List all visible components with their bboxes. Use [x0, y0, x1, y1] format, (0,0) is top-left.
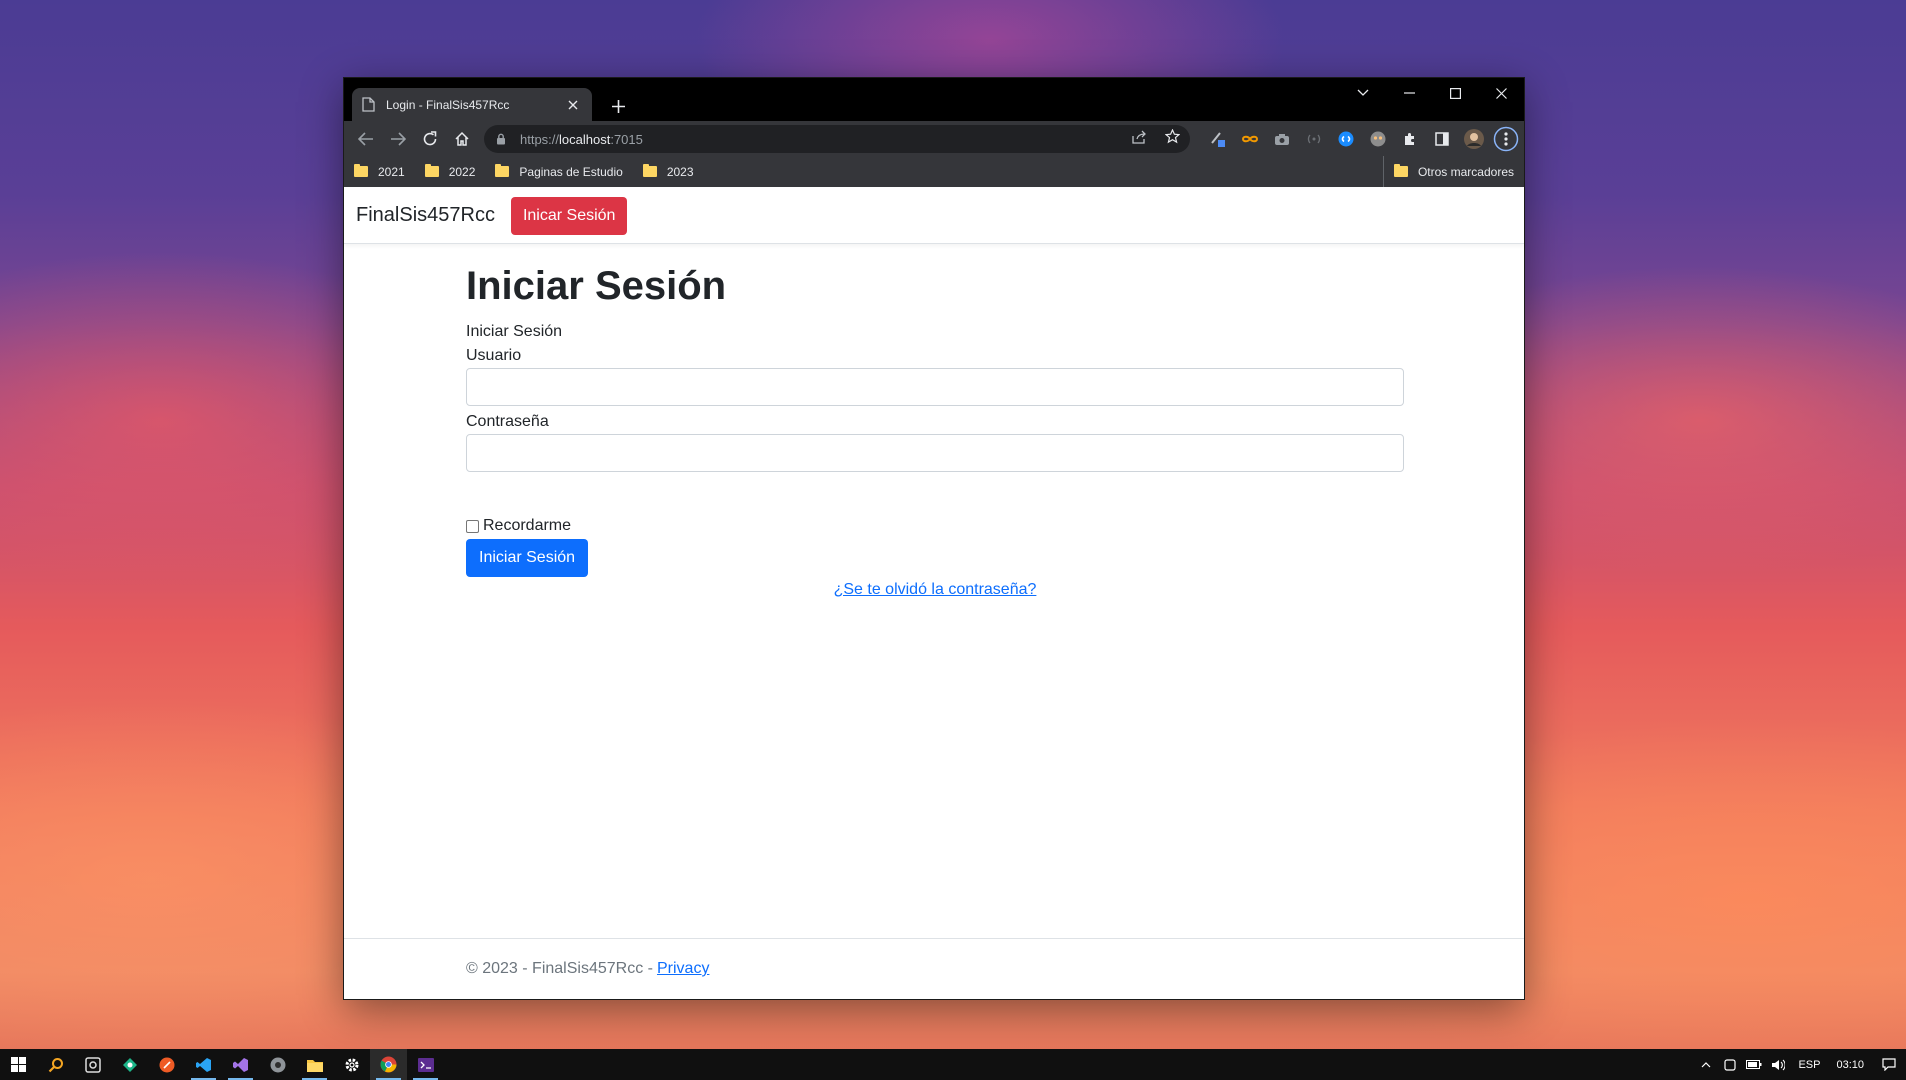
other-bookmarks[interactable]: Otros marcadores [1382, 156, 1514, 187]
visual-studio-icon[interactable] [222, 1049, 259, 1080]
page-favicon-icon [362, 97, 376, 113]
snipping-tool-icon[interactable] [74, 1049, 111, 1080]
close-window-icon[interactable] [1478, 78, 1524, 108]
side-panel-icon[interactable] [1426, 124, 1458, 154]
profile-avatar[interactable] [1458, 124, 1490, 154]
site-footer: © 2023 - FinalSis457Rcc - Privacy [344, 938, 1524, 999]
extension-face-icon[interactable] [1362, 124, 1394, 154]
privacy-link[interactable]: Privacy [657, 960, 709, 978]
extension-camera-icon[interactable] [1266, 124, 1298, 154]
extension-shazam-icon[interactable] [1330, 124, 1362, 154]
home-icon[interactable] [446, 125, 478, 153]
remember-label[interactable]: Recordarme [483, 514, 571, 538]
browser-titlebar: Login - FinalSis457Rcc [344, 78, 1524, 121]
password-input[interactable] [466, 434, 1404, 472]
nav-login-button[interactable]: Inicar Sesión [510, 196, 628, 235]
username-input[interactable] [466, 368, 1404, 406]
bookmark-folder-2021[interactable]: 2021 [354, 164, 405, 179]
search-icon[interactable] [37, 1049, 74, 1080]
chrome-icon[interactable] [370, 1049, 407, 1080]
login-form: Iniciar Sesión Iniciar Sesión Usuario Co… [466, 266, 1404, 599]
volume-icon[interactable] [1766, 1049, 1790, 1080]
share-icon[interactable] [1132, 130, 1147, 149]
remember-checkbox[interactable] [466, 519, 479, 533]
new-tab-icon[interactable] [604, 92, 632, 120]
extension-signal-icon[interactable] [1298, 124, 1330, 154]
extensions-puzzle-icon[interactable] [1394, 124, 1426, 154]
folder-icon [424, 164, 439, 177]
bookmarks-bar: 2021 2022 Paginas de Estudio 2023 Otros … [344, 156, 1524, 187]
bookmark-folder-paginas-de-estudio[interactable]: Paginas de Estudio [495, 164, 623, 179]
tab-search-icon[interactable] [1340, 78, 1386, 108]
battery-icon[interactable] [1742, 1049, 1766, 1080]
folder-icon [495, 164, 510, 177]
minimize-icon[interactable] [1386, 78, 1432, 108]
extension-pen-icon[interactable] [1202, 124, 1234, 154]
taskbar: ESP 03:10 [0, 1049, 1906, 1080]
bookmark-folder-2022[interactable]: 2022 [424, 164, 475, 179]
window-controls [1340, 78, 1524, 108]
maximize-icon[interactable] [1432, 78, 1478, 108]
lock-icon[interactable] [496, 132, 510, 146]
folder-icon [354, 164, 368, 177]
start-windows-icon[interactable] [0, 1049, 37, 1080]
extension-infinity-icon[interactable] [1234, 124, 1266, 154]
vscode-icon[interactable] [185, 1049, 222, 1080]
menu-kebab-icon[interactable] [1490, 124, 1522, 154]
page-viewport: FinalSis457Rcc Inicar Sesión Iniciar Ses… [344, 188, 1524, 999]
browser-window: Login - FinalSis457Rcc https://localhost… [344, 78, 1524, 999]
address-bar[interactable]: https://localhost:7015 [484, 125, 1190, 153]
username-label: Usuario [466, 347, 522, 364]
tray-device-icon[interactable] [1718, 1049, 1742, 1080]
reload-icon[interactable] [414, 125, 446, 153]
site-navbar: FinalSis457Rcc Inicar Sesión [344, 188, 1524, 244]
language-indicator[interactable]: ESP [1790, 1059, 1828, 1071]
file-explorer-icon[interactable] [296, 1049, 333, 1080]
bookmark-star-icon[interactable] [1164, 128, 1181, 149]
url-text: https://localhost:7015 [520, 131, 643, 147]
clock[interactable]: 03:10 [1828, 1059, 1872, 1071]
gitkraken-icon[interactable] [111, 1049, 148, 1080]
login-submit-button[interactable]: Iniciar Sesión [466, 539, 589, 577]
tab-close-icon[interactable] [564, 96, 582, 114]
folder-icon [642, 164, 657, 177]
terminal-icon[interactable] [407, 1049, 444, 1080]
tab-title: Login - FinalSis457Rcc [386, 97, 510, 112]
remember-row: Recordarme [466, 514, 1404, 538]
forgot-password-link[interactable]: ¿Se te olvidó la contraseña? [466, 581, 1404, 599]
footer-copyright: © 2023 - FinalSis457Rcc - [466, 960, 653, 977]
page-title: Iniciar Sesión [466, 264, 727, 308]
extensions-bar [1202, 124, 1522, 154]
bookmark-folder-2023[interactable]: 2023 [642, 164, 694, 179]
system-tray: ESP 03:10 [1694, 1049, 1906, 1080]
password-label: Contraseña [466, 413, 549, 430]
tray-chevron-up-icon[interactable] [1694, 1049, 1718, 1080]
browser-tab[interactable]: Login - FinalSis457Rcc [352, 88, 592, 121]
postman-icon[interactable] [148, 1049, 185, 1080]
form-subtitle: Iniciar Sesión [466, 323, 563, 340]
forward-icon[interactable] [382, 125, 414, 153]
back-icon[interactable] [350, 125, 382, 153]
site-brand[interactable]: FinalSis457Rcc [356, 204, 495, 227]
folder-icon [1393, 164, 1408, 177]
notification-icon[interactable] [1872, 1049, 1906, 1080]
chrome-alt-icon[interactable] [259, 1049, 296, 1080]
browser-toolbar: https://localhost:7015 [344, 121, 1524, 156]
settings-gear-icon[interactable] [333, 1049, 370, 1080]
